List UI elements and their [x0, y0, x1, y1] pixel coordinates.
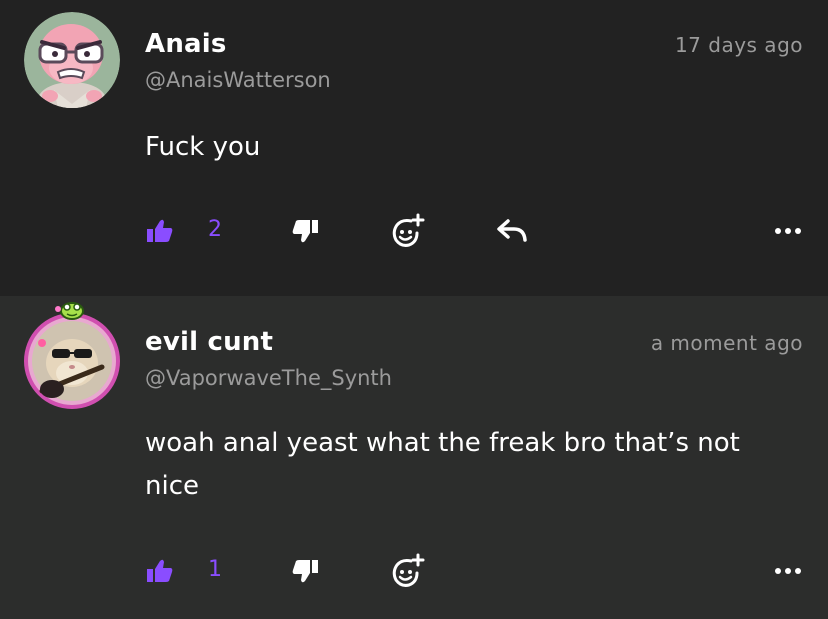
add-reaction-icon: [389, 213, 425, 249]
thumbs-down-icon: [291, 558, 319, 584]
comment-text: woah anal yeast what the freak bro that’…: [145, 428, 740, 501]
action-bar: 2: [0, 211, 828, 251]
timestamp: 17 days ago: [674, 33, 803, 57]
avatar[interactable]: [24, 12, 120, 108]
more-horizontal-icon: [774, 227, 802, 235]
like-count: 2: [208, 217, 222, 242]
like-button[interactable]: [146, 211, 174, 251]
comment-item: Anais @AnaisWatterson 17 days ago Fuck y…: [0, 0, 828, 296]
add-reaction-button[interactable]: [389, 211, 425, 251]
like-count: 1: [208, 557, 222, 582]
thumbs-down-icon: [291, 218, 319, 244]
more-options-button[interactable]: [774, 551, 802, 591]
more-horizontal-icon: [774, 567, 802, 575]
more-options-button[interactable]: [774, 211, 802, 251]
like-button[interactable]: [146, 551, 174, 591]
username[interactable]: Anais: [145, 29, 227, 59]
action-bar: 1: [0, 551, 828, 591]
dislike-button[interactable]: [291, 211, 319, 251]
dislike-button[interactable]: [291, 551, 319, 591]
comment-text: Fuck you: [145, 132, 261, 162]
user-handle[interactable]: @AnaisWatterson: [145, 68, 331, 92]
reply-icon: [496, 218, 528, 244]
thumbs-up-icon: [146, 558, 174, 584]
comment-item: evil cunt @VaporwaveThe_Synth a moment a…: [0, 296, 828, 619]
username[interactable]: evil cunt: [145, 327, 273, 357]
add-reaction-icon: [389, 553, 425, 589]
add-reaction-button[interactable]: [389, 551, 425, 591]
avatar[interactable]: [24, 302, 120, 409]
reply-button[interactable]: [496, 211, 528, 251]
user-handle[interactable]: @VaporwaveThe_Synth: [145, 366, 392, 390]
timestamp: a moment ago: [650, 331, 803, 355]
thumbs-up-icon: [146, 218, 174, 244]
